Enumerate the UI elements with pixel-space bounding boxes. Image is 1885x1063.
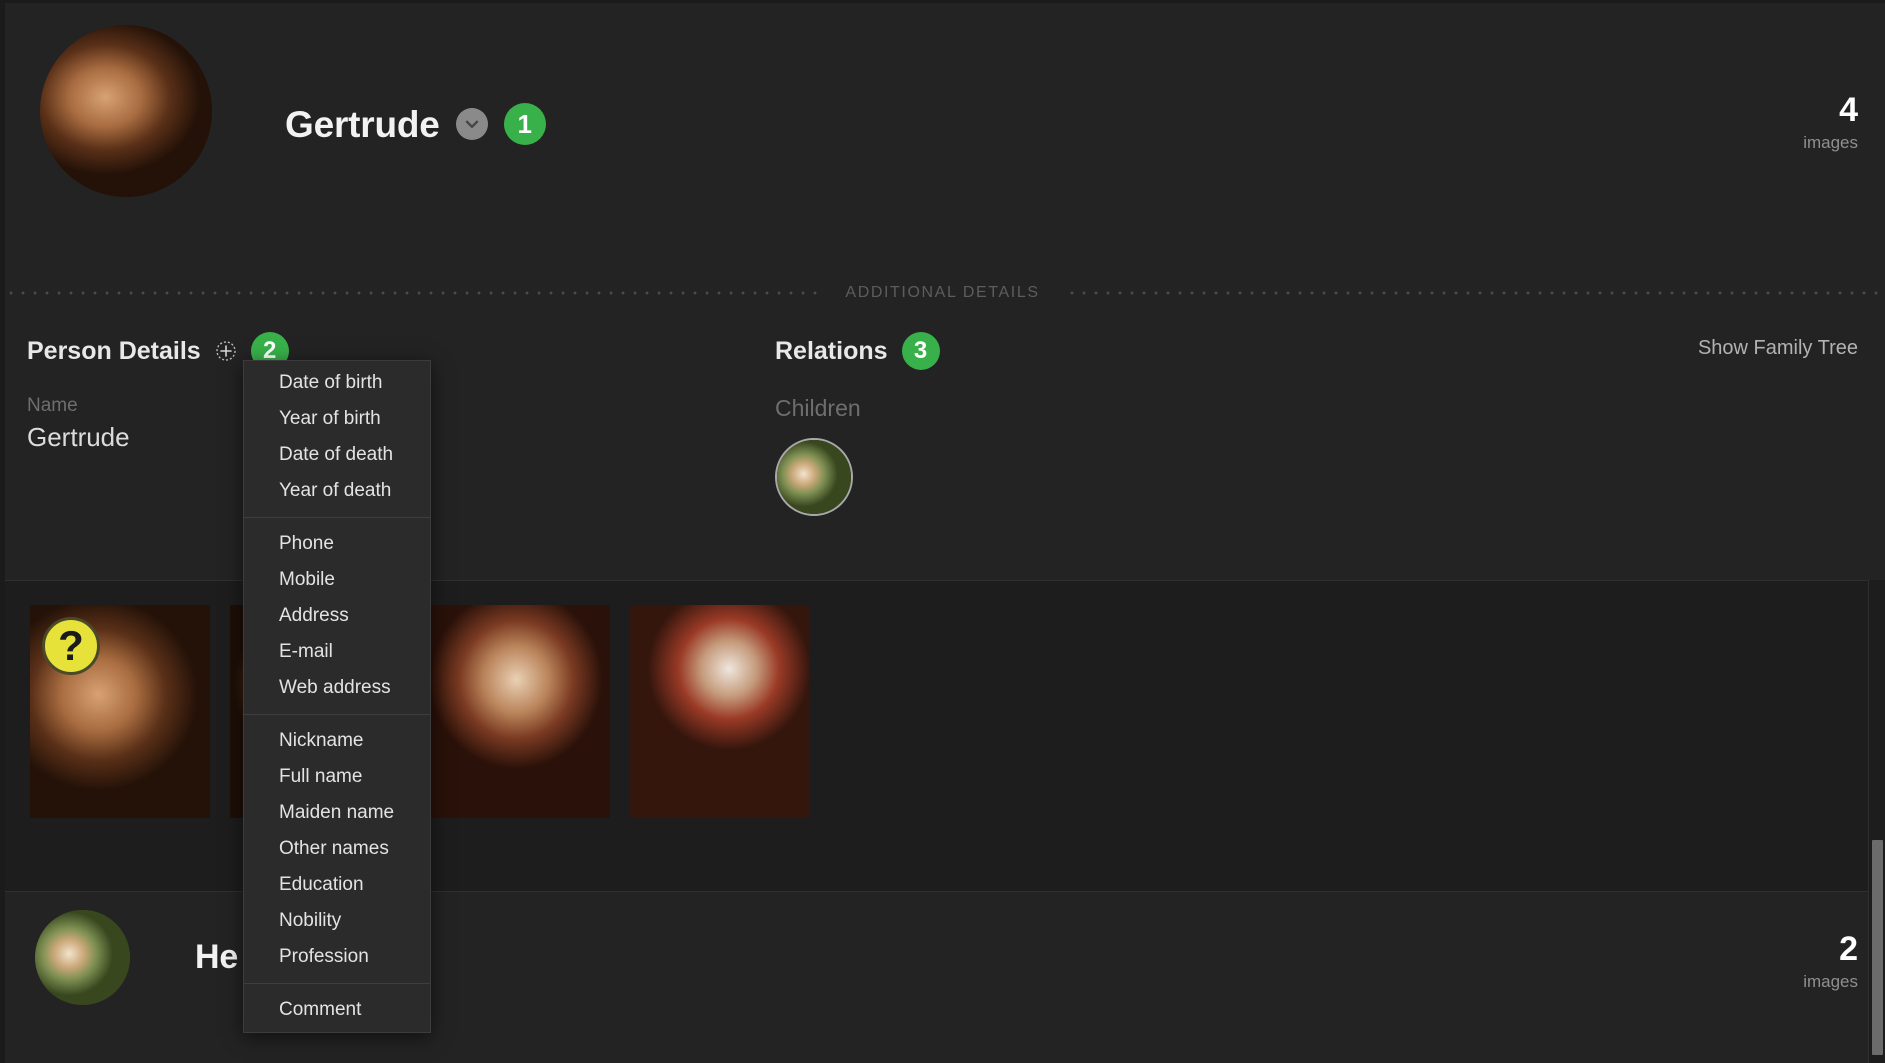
menu-item-date-of-death[interactable]: Date of death: [244, 437, 430, 473]
menu-item-year-of-birth[interactable]: Year of birth: [244, 401, 430, 437]
children-list: [775, 438, 1375, 516]
menu-item-comment[interactable]: Comment: [244, 992, 430, 1028]
show-family-tree-link[interactable]: Show Family Tree: [1698, 337, 1858, 360]
menu-item-nickname[interactable]: Nickname: [244, 723, 430, 759]
person-title-row: Gertrude 1: [285, 103, 546, 145]
menu-item-nobility[interactable]: Nobility: [244, 903, 430, 939]
menu-item-address[interactable]: Address: [244, 598, 430, 634]
additional-details-divider: ADDITIONAL DETAILS: [5, 271, 1881, 315]
window-left-edge: [0, 0, 5, 1063]
photo-thumbnail[interactable]: ?: [30, 605, 210, 818]
menu-separator: [244, 983, 430, 984]
person-header: Gertrude 1 4 images: [5, 3, 1880, 271]
relations-badge[interactable]: 3: [901, 332, 940, 370]
window-top-edge: [0, 0, 1885, 3]
menu-item-other-names[interactable]: Other names: [244, 831, 430, 867]
menu-separator: [244, 714, 430, 715]
person-profile-page: Gertrude 1 4 images ADDITIONAL DETAILS P…: [0, 0, 1885, 1063]
menu-item-maiden-name[interactable]: Maiden name: [244, 795, 430, 831]
divider-label: ADDITIONAL DETAILS: [845, 284, 1040, 301]
status-badge[interactable]: 1: [503, 103, 546, 145]
second-image-count-label: images: [1803, 972, 1858, 991]
divider-dots-right: [1065, 291, 1881, 295]
scrollbar-thumb[interactable]: [1872, 840, 1883, 1055]
page-title: Gertrude: [285, 103, 440, 145]
second-image-count-number: 2: [1839, 930, 1858, 968]
avatar-image: [35, 910, 130, 1005]
photo-thumbnail[interactable]: [630, 605, 810, 818]
menu-item-mobile[interactable]: Mobile: [244, 562, 430, 598]
relations-header: Relations 3: [775, 332, 1375, 370]
vertical-scrollbar[interactable]: [1868, 580, 1885, 1063]
children-label: Children: [775, 395, 861, 421]
plus-circle-icon[interactable]: [215, 340, 237, 362]
second-image-count: 2 images: [1803, 932, 1858, 992]
chevron-down-icon[interactable]: [455, 108, 488, 140]
avatar[interactable]: [35, 910, 130, 1005]
menu-item-e-mail[interactable]: E-mail: [244, 634, 430, 670]
photo-image: [630, 605, 810, 818]
add-detail-dropdown-menu[interactable]: Date of birth Year of birth Date of death Y…: [243, 360, 431, 1033]
menu-item-profession[interactable]: Profession: [244, 939, 430, 975]
menu-item-date-of-birth[interactable]: Date of birth: [244, 365, 430, 401]
photo-thumbnail[interactable]: [430, 605, 610, 818]
photo-image: [430, 605, 610, 818]
avatar[interactable]: [40, 25, 212, 197]
child-avatar-image: [777, 440, 851, 514]
menu-item-education[interactable]: Education: [244, 867, 430, 903]
person-details-title: Person Details: [27, 336, 201, 365]
menu-item-year-of-death[interactable]: Year of death: [244, 473, 430, 509]
menu-separator: [244, 517, 430, 518]
relations-column: Relations 3 Children: [775, 332, 1375, 516]
child-avatar[interactable]: [775, 438, 853, 516]
image-count-number: 4: [1839, 91, 1858, 129]
image-count-label: images: [1803, 133, 1858, 152]
menu-item-web-address[interactable]: Web address: [244, 670, 430, 706]
unknown-person-badge[interactable]: ?: [42, 617, 100, 675]
menu-item-phone[interactable]: Phone: [244, 526, 430, 562]
relations-title: Relations: [775, 336, 888, 365]
second-person-name: He: [195, 938, 239, 976]
image-count: 4 images: [1803, 93, 1858, 153]
avatar-image: [40, 25, 212, 197]
menu-item-full-name[interactable]: Full name: [244, 759, 430, 795]
divider-dots-left: [5, 291, 820, 295]
second-person-title-row: He: [195, 940, 238, 974]
